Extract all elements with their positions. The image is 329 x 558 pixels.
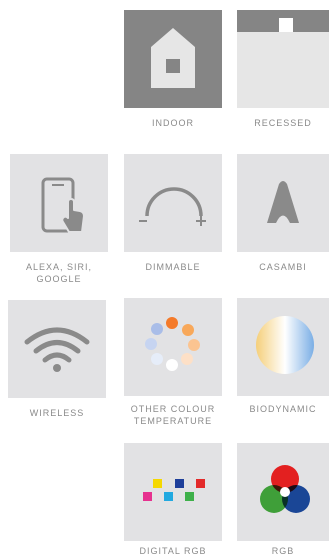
recessed-light-icon: [237, 18, 329, 108]
indoor-tile[interactable]: [124, 10, 222, 108]
casambi-label: CASAMBI: [259, 262, 307, 272]
casambi-logo-icon: [267, 181, 299, 223]
tablet-touch-icon: [41, 177, 85, 233]
alexa-siri-google-label: ALEXA, SIRI, GOOGLE: [25, 262, 93, 284]
colour-temperature-tile[interactable]: [124, 298, 222, 396]
rgb-label: RGB: [271, 546, 295, 556]
digital-rgb-label: DIGITAL RGB: [139, 546, 207, 556]
digital-rgb-tile[interactable]: [124, 443, 222, 541]
dimmable-label: DIMMABLE: [145, 262, 201, 272]
recessed-tile[interactable]: [237, 10, 329, 108]
indoor-label: INDOOR: [152, 118, 194, 128]
alexa-siri-google-tile[interactable]: [10, 154, 108, 252]
wifi-icon: [24, 327, 90, 372]
wireless-tile[interactable]: [8, 300, 106, 398]
colour-temperature-dots-icon: [145, 317, 200, 371]
recessed-label: RECESSED: [254, 118, 312, 128]
colour-temperature-label: OTHER COLOUR TEMPERATURE: [130, 404, 216, 426]
dimmable-tile[interactable]: [124, 154, 222, 252]
wireless-label: WIRELESS: [29, 408, 85, 418]
rgb-tile[interactable]: [237, 443, 329, 541]
casambi-tile[interactable]: [237, 154, 329, 252]
rgb-circles-icon: [260, 465, 310, 513]
digital-rgb-squares-icon: [143, 479, 205, 501]
biodynamic-gradient-icon: [256, 316, 314, 374]
biodynamic-label: BIODYNAMIC: [249, 404, 317, 414]
biodynamic-tile[interactable]: [237, 298, 329, 396]
house-icon: [151, 28, 195, 88]
dimmer-arc-icon: [139, 187, 206, 226]
